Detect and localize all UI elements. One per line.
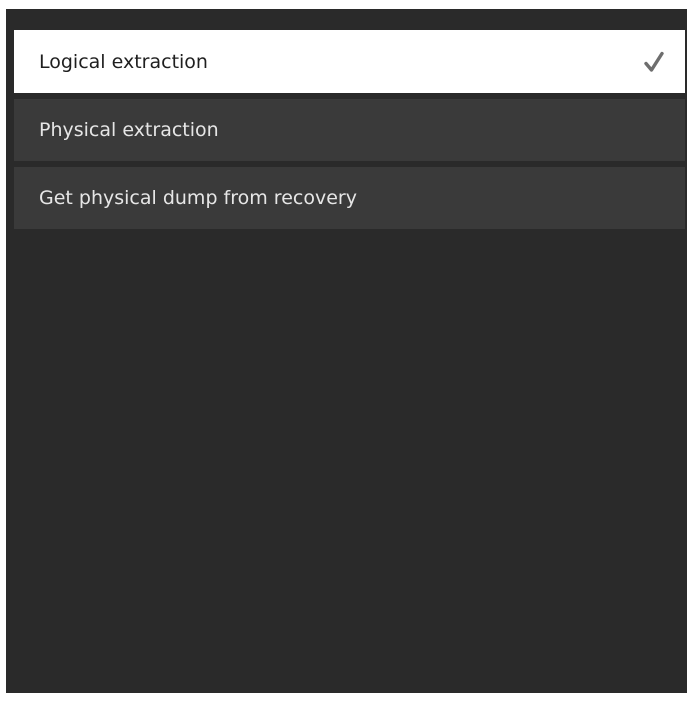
- option-physical-extraction[interactable]: Physical extraction: [14, 99, 685, 161]
- extraction-options-list: Logical extraction Physical extraction G…: [14, 30, 685, 235]
- option-label: Physical extraction: [39, 119, 219, 141]
- checkmark-icon: [643, 51, 665, 73]
- option-label: Logical extraction: [39, 50, 208, 73]
- extraction-method-panel: Logical extraction Physical extraction G…: [6, 9, 687, 693]
- option-label: Get physical dump from recovery: [39, 187, 357, 209]
- option-physical-dump-from-recovery[interactable]: Get physical dump from recovery: [14, 167, 685, 229]
- option-logical-extraction[interactable]: Logical extraction: [14, 30, 685, 93]
